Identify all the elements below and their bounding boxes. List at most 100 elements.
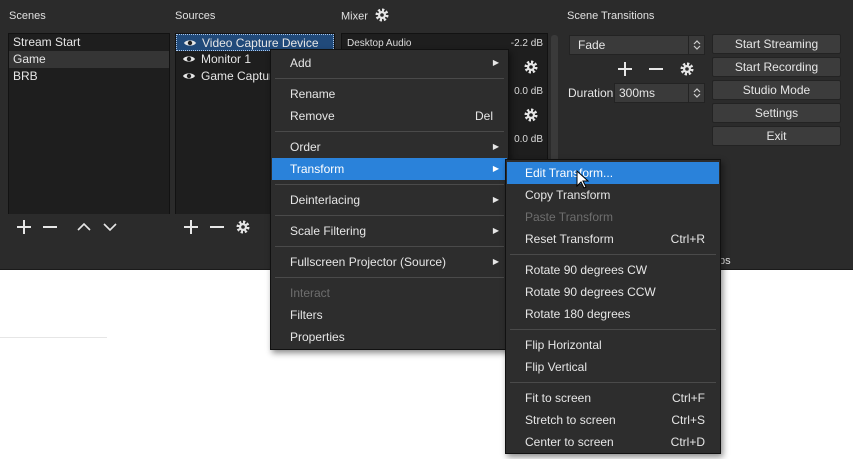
menu-item-label: Fullscreen Projector (Source) bbox=[290, 255, 447, 269]
submenu-arrow-icon: ▶ bbox=[492, 164, 499, 173]
mixer-level: 0.0 dB bbox=[514, 134, 543, 145]
menu-item-paste-transform: Paste Transform bbox=[507, 206, 719, 228]
add-source-button[interactable] bbox=[181, 217, 201, 237]
menu-item-label: Rename bbox=[290, 87, 336, 101]
shortcut-label: Ctrl+D bbox=[670, 435, 705, 449]
duration-input[interactable]: 300ms bbox=[614, 83, 705, 103]
gear-icon[interactable] bbox=[374, 7, 390, 23]
menu-separator bbox=[275, 131, 504, 132]
mixer-level: -2.2 dB bbox=[510, 38, 543, 49]
scenes-dock-title: Scenes bbox=[9, 10, 46, 22]
menu-item-label: Properties bbox=[290, 330, 345, 344]
minus-icon bbox=[210, 226, 224, 228]
exit-button[interactable]: Exit bbox=[712, 126, 841, 146]
transition-properties-button[interactable] bbox=[677, 59, 697, 79]
settings-button[interactable]: Settings bbox=[712, 103, 841, 123]
spin-arrows-icon bbox=[688, 36, 704, 54]
gear-icon[interactable] bbox=[523, 59, 539, 75]
menu-item-filters[interactable]: Filters bbox=[272, 304, 507, 326]
minus-icon bbox=[649, 68, 663, 70]
duration-input-value: 300ms bbox=[619, 86, 656, 100]
menu-item-rotate-cw[interactable]: Rotate 90 degrees CW bbox=[507, 259, 719, 281]
menu-item-copy-transform[interactable]: Copy Transform bbox=[507, 184, 719, 206]
mixer-dock-title: Mixer bbox=[341, 7, 390, 23]
move-scene-up-button[interactable] bbox=[74, 217, 94, 237]
sources-toolbar bbox=[175, 214, 271, 240]
submenu-arrow-icon: ▶ bbox=[492, 257, 499, 266]
chevron-up-icon bbox=[77, 222, 91, 231]
add-transition-button[interactable] bbox=[615, 59, 635, 79]
add-scene-button[interactable] bbox=[14, 217, 34, 237]
menu-separator bbox=[275, 215, 504, 216]
gear-icon bbox=[236, 220, 250, 234]
source-context-menu: Add ▶ Rename Remove Del Order ▶ Transform ▶ … bbox=[270, 49, 509, 350]
menu-item-remove[interactable]: Remove Del bbox=[272, 105, 507, 127]
mixer-level: 0.0 dB bbox=[514, 86, 543, 97]
menu-item-label: Filters bbox=[290, 308, 323, 322]
menu-item-label: Copy Transform bbox=[525, 188, 611, 202]
gear-icon bbox=[680, 62, 694, 76]
scenes-list[interactable]: Stream Start Game BRB bbox=[8, 33, 170, 215]
source-label: Monitor 1 bbox=[201, 52, 252, 66]
menu-item-label: Order bbox=[290, 140, 321, 154]
source-properties-button[interactable] bbox=[233, 217, 253, 237]
menu-item-fullscreen-projector[interactable]: Fullscreen Projector (Source) ▶ bbox=[272, 251, 507, 273]
menu-item-label: Fit to screen bbox=[525, 391, 592, 405]
menu-item-label: Edit Transform... bbox=[525, 166, 614, 180]
start-streaming-button[interactable]: Start Streaming bbox=[712, 34, 841, 54]
menu-item-flip-vertical[interactable]: Flip Vertical bbox=[507, 356, 719, 378]
start-recording-button[interactable]: Start Recording bbox=[712, 57, 841, 77]
menu-separator bbox=[275, 277, 504, 278]
menu-item-label: Paste Transform bbox=[525, 210, 614, 224]
menu-item-label: Rotate 180 degrees bbox=[525, 307, 631, 321]
mixer-channel-name: Desktop Audio bbox=[347, 38, 412, 49]
transition-select[interactable]: Fade bbox=[569, 35, 705, 55]
gear-icon[interactable] bbox=[523, 107, 539, 123]
scene-item[interactable]: Stream Start bbox=[9, 34, 169, 51]
menu-item-stretch-to-screen[interactable]: Stretch to screen Ctrl+S bbox=[507, 409, 719, 431]
menu-item-order[interactable]: Order ▶ bbox=[272, 136, 507, 158]
visibility-eye-icon[interactable] bbox=[182, 71, 196, 81]
menu-item-edit-transform[interactable]: Edit Transform... bbox=[507, 162, 719, 184]
menu-item-add[interactable]: Add ▶ bbox=[272, 52, 507, 74]
scene-item-selected[interactable]: Game bbox=[9, 51, 169, 68]
visibility-eye-icon[interactable] bbox=[182, 54, 196, 64]
menu-item-label: Flip Horizontal bbox=[525, 338, 602, 352]
menu-item-rotate-180[interactable]: Rotate 180 degrees bbox=[507, 303, 719, 325]
menu-separator bbox=[275, 78, 504, 79]
sources-dock-title: Sources bbox=[175, 10, 216, 22]
menu-item-reset-transform[interactable]: Reset Transform Ctrl+R bbox=[507, 228, 719, 250]
mouse-pointer-icon bbox=[576, 170, 590, 189]
menu-item-label: Flip Vertical bbox=[525, 360, 588, 374]
menu-item-scale-filtering[interactable]: Scale Filtering ▶ bbox=[272, 220, 507, 242]
submenu-arrow-icon: ▶ bbox=[492, 58, 499, 67]
remove-scene-button[interactable] bbox=[40, 217, 60, 237]
menu-item-label: Interact bbox=[290, 286, 331, 300]
plus-icon bbox=[184, 220, 198, 234]
divider bbox=[0, 337, 107, 338]
source-label: Video Capture Device bbox=[202, 36, 319, 50]
menu-separator bbox=[510, 329, 716, 330]
scene-item[interactable]: BRB bbox=[9, 68, 169, 85]
menu-item-deinterlacing[interactable]: Deinterlacing ▶ bbox=[272, 189, 507, 211]
shortcut-label: Ctrl+F bbox=[672, 391, 705, 405]
remove-source-button[interactable] bbox=[207, 217, 227, 237]
shortcut-label: Ctrl+R bbox=[670, 232, 705, 246]
menu-item-label: Remove bbox=[290, 109, 335, 123]
transition-select-value: Fade bbox=[578, 38, 606, 52]
move-scene-down-button[interactable] bbox=[100, 217, 120, 237]
studio-mode-button[interactable]: Studio Mode bbox=[712, 80, 841, 100]
menu-item-properties[interactable]: Properties bbox=[272, 326, 507, 348]
menu-item-rename[interactable]: Rename bbox=[272, 83, 507, 105]
visibility-eye-icon[interactable] bbox=[183, 38, 197, 48]
remove-transition-button[interactable] bbox=[646, 59, 666, 79]
submenu-arrow-icon: ▶ bbox=[492, 226, 499, 235]
shortcut-label: Del bbox=[474, 109, 493, 123]
menu-item-rotate-ccw[interactable]: Rotate 90 degrees CCW bbox=[507, 281, 719, 303]
menu-separator bbox=[510, 382, 716, 383]
menu-item-center-to-screen[interactable]: Center to screen Ctrl+D bbox=[507, 431, 719, 453]
menu-item-flip-horizontal[interactable]: Flip Horizontal bbox=[507, 334, 719, 356]
menu-item-fit-to-screen[interactable]: Fit to screen Ctrl+F bbox=[507, 387, 719, 409]
menu-item-transform[interactable]: Transform ▶ bbox=[272, 158, 507, 180]
spin-arrows-icon bbox=[688, 84, 704, 102]
